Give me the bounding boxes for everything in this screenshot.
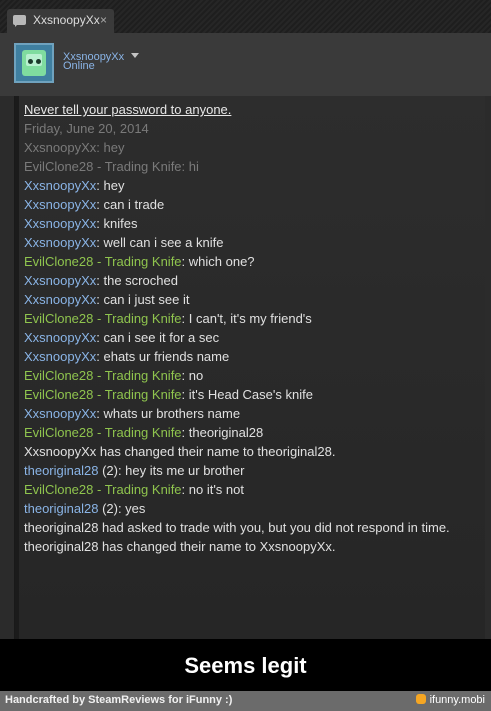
- message-text: : I can't, it's my friend's: [181, 311, 312, 326]
- message-text: : which one?: [181, 254, 255, 269]
- caption: Seems legit: [0, 639, 491, 691]
- avatar[interactable]: [14, 43, 54, 83]
- message-text: : the scroched: [96, 273, 178, 288]
- sender-name: XxsnoopyXx: [24, 292, 97, 307]
- avatar-face: [22, 50, 46, 76]
- message-text: : no: [181, 368, 204, 383]
- sender-name: XxsnoopyXx: [24, 406, 97, 421]
- ifunny-smile-icon: [415, 694, 426, 704]
- message-text: XxsnoopyXx: hey: [24, 140, 125, 155]
- avatar-eye-left: [28, 59, 33, 64]
- chat-message: XxsnoopyXx: can i trade: [24, 195, 450, 214]
- sender-name: EvilClone28 - Trading Knife: [24, 387, 182, 402]
- sender-name: XxsnoopyXx: [24, 349, 97, 364]
- sender-name: XxsnoopyXx: [24, 235, 97, 250]
- chat-message: EvilClone28 - Trading Knife: no it's not: [24, 480, 450, 499]
- message-list: Never tell your password to anyone. Frida…: [24, 100, 450, 556]
- sender-name: EvilClone28 - Trading Knife: [24, 368, 182, 383]
- chat-message: XxsnoopyXx: the scroched: [24, 271, 450, 290]
- footer-bar: Handcrafted by SteamReviews for iFunny :…: [0, 691, 491, 711]
- friend-status: Online: [63, 60, 95, 72]
- chat-message: Friday, June 20, 2014: [24, 119, 450, 138]
- chat-message: Never tell your password to anyone.: [24, 100, 450, 119]
- chat-message: XxsnoopyXx: can i see it for a sec: [24, 328, 450, 347]
- message-text: : can i trade: [96, 197, 165, 212]
- message-text: EvilClone28 - Trading Knife: hi: [24, 159, 199, 174]
- message-text: : it's Head Case's knife: [181, 387, 313, 402]
- sender-name: theoriginal28: [24, 501, 99, 516]
- message-text: Never tell your password to anyone.: [24, 102, 232, 117]
- chat-message: XxsnoopyXx: knifes: [24, 214, 450, 233]
- message-text: : no it's not: [181, 482, 244, 497]
- chat-message: XxsnoopyXx: hey: [24, 176, 450, 195]
- chat-message: EvilClone28 - Trading Knife: it's Head C…: [24, 385, 450, 404]
- sender-name: EvilClone28 - Trading Knife: [24, 482, 182, 497]
- chat-message: theoriginal28 has changed their name to …: [24, 537, 450, 556]
- sender-name: XxsnoopyXx: [24, 273, 97, 288]
- watermark: ifunny.mobi: [415, 694, 485, 706]
- sender-name: XxsnoopyXx: [24, 197, 97, 212]
- chat-message: XxsnoopyXx: whats ur brothers name: [24, 404, 450, 423]
- message-text: XxsnoopyXx has changed their name to the…: [24, 444, 336, 459]
- avatar-eye-right: [36, 59, 41, 64]
- message-text: (2): hey its me ur brother: [98, 463, 245, 478]
- tab-chat[interactable]: XxsnoopyXx ×: [7, 9, 114, 33]
- chat-message: EvilClone28 - Trading Knife: which one?: [24, 252, 450, 271]
- message-text: : well can i see a knife: [96, 235, 224, 250]
- tab-title: XxsnoopyXx: [33, 13, 100, 27]
- message-text: : whats ur brothers name: [96, 406, 241, 421]
- caption-text: Seems legit: [184, 653, 307, 678]
- sender-name: theoriginal28: [24, 463, 99, 478]
- chat-message: XxsnoopyXx: ehats ur friends name: [24, 347, 450, 366]
- chat-window: XxsnoopyXx × XxsnoopyXx Online Never tel…: [0, 0, 491, 639]
- message-text: : knifes: [96, 216, 138, 231]
- chevron-down-icon[interactable]: [131, 53, 140, 59]
- message-text: : can i see it for a sec: [96, 330, 220, 345]
- chat-message: theoriginal28 (2): hey its me ur brother: [24, 461, 450, 480]
- chat-message: theoriginal28 had asked to trade with yo…: [24, 518, 450, 537]
- sender-name: XxsnoopyXx: [24, 216, 97, 231]
- message-text: : theoriginal28: [181, 425, 264, 440]
- credit-text: Handcrafted by SteamReviews for iFunny :…: [5, 694, 233, 706]
- tab-bar: XxsnoopyXx ×: [0, 0, 491, 33]
- chat-log[interactable]: Never tell your password to anyone. Frida…: [14, 96, 485, 639]
- chat-message: theoriginal28 (2): yes: [24, 499, 450, 518]
- message-text: : hey: [96, 178, 125, 193]
- message-text: : ehats ur friends name: [96, 349, 230, 364]
- sender-name: EvilClone28 - Trading Knife: [24, 425, 182, 440]
- chat-message: EvilClone28 - Trading Knife: no: [24, 366, 450, 385]
- sender-name: EvilClone28 - Trading Knife: [24, 254, 182, 269]
- sender-name: EvilClone28 - Trading Knife: [24, 311, 182, 326]
- sender-name: XxsnoopyXx: [24, 178, 97, 193]
- message-text: : can i just see it: [96, 292, 190, 307]
- chat-message: XxsnoopyXx: can i just see it: [24, 290, 450, 309]
- sender-name: XxsnoopyXx: [24, 330, 97, 345]
- chat-scrollbar[interactable]: [15, 96, 19, 639]
- watermark-text: ifunny.mobi: [429, 694, 485, 706]
- tab-close-button[interactable]: ×: [100, 13, 107, 27]
- chat-bubble-icon: [13, 15, 26, 27]
- chat-message: EvilClone28 - Trading Knife: hi: [24, 157, 450, 176]
- chat-message: XxsnoopyXx: hey: [24, 138, 450, 157]
- message-text: theoriginal28 has changed their name to …: [24, 539, 336, 554]
- message-text: Friday, June 20, 2014: [24, 121, 149, 136]
- chat-message: XxsnoopyXx: well can i see a knife: [24, 233, 450, 252]
- chat-message: EvilClone28 - Trading Knife: I can't, it…: [24, 309, 450, 328]
- chat-message: XxsnoopyXx has changed their name to the…: [24, 442, 450, 461]
- message-text: (2): yes: [98, 501, 146, 516]
- chat-message: EvilClone28 - Trading Knife: theoriginal…: [24, 423, 450, 442]
- friend-header: XxsnoopyXx Online: [0, 33, 491, 96]
- message-text: theoriginal28 had asked to trade with yo…: [24, 520, 450, 535]
